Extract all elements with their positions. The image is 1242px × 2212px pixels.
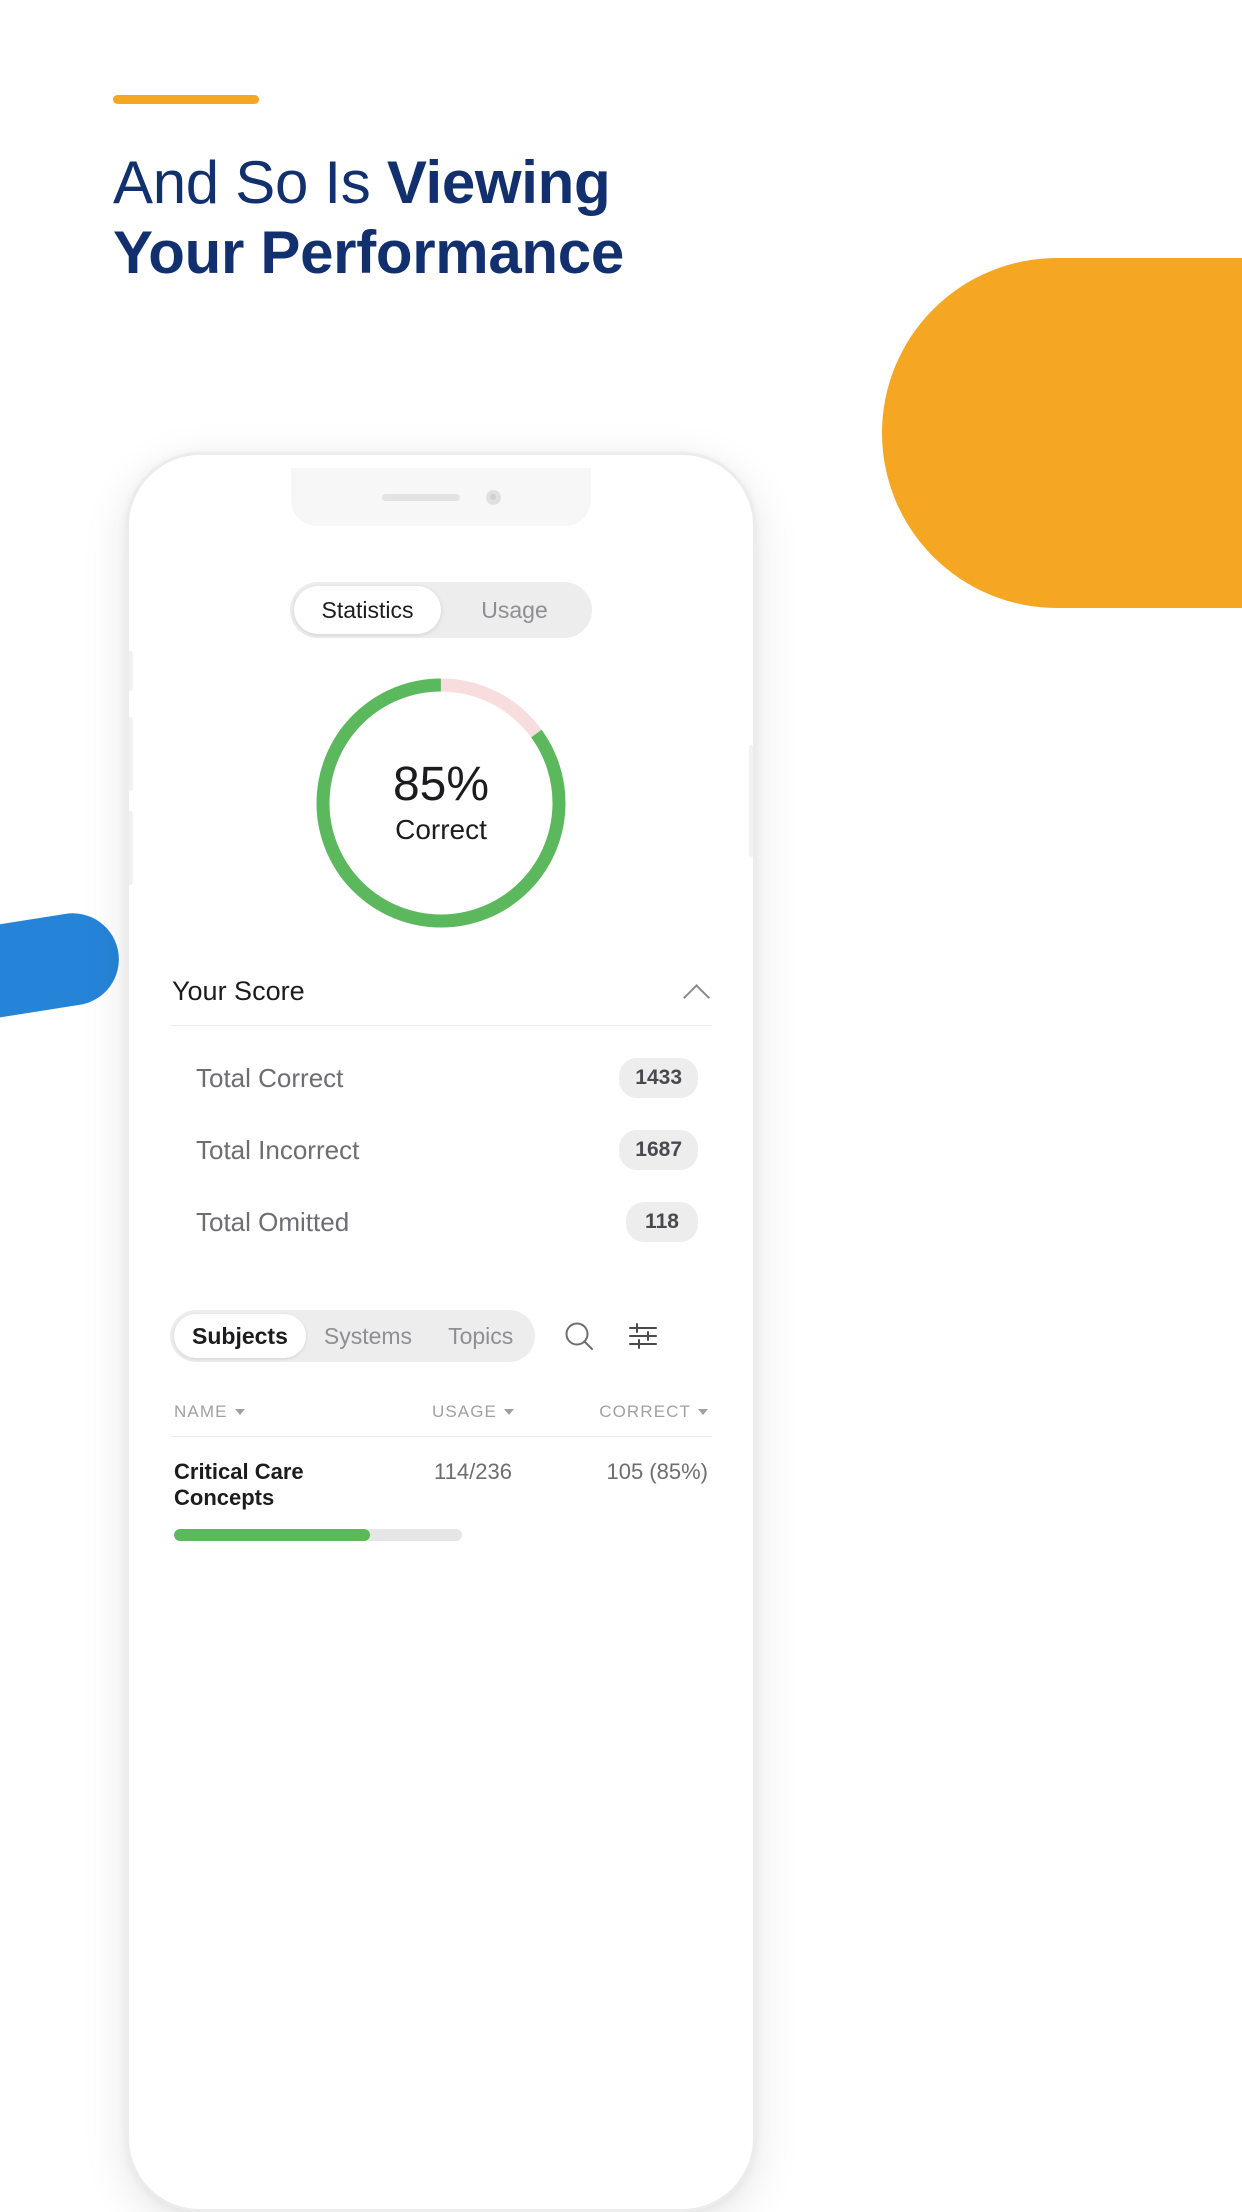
performance-donut-chart: 85% Correct bbox=[310, 672, 572, 934]
row-progress-fill bbox=[174, 1529, 370, 1541]
phone-notch bbox=[291, 468, 591, 526]
your-score-title: Your Score bbox=[172, 976, 305, 1006]
headline-block: And So Is Viewing Your Performance bbox=[113, 95, 813, 288]
phone-power-button bbox=[749, 745, 753, 857]
phone-screen-area: Statistics Usage 85% Correct Your Score … bbox=[142, 468, 740, 2209]
your-score-section-header[interactable]: Your Score bbox=[170, 976, 712, 1026]
headline-light-text: And So Is bbox=[113, 149, 387, 216]
table-cell-correct: 105 (85%) bbox=[606, 1459, 708, 1484]
sub-tab-systems[interactable]: Systems bbox=[306, 1314, 430, 1358]
donut-center-labels: 85% Correct bbox=[310, 758, 572, 848]
score-row-label: Total Incorrect bbox=[196, 1134, 360, 1165]
category-filter-row: Subjects Systems Topics bbox=[170, 1310, 712, 1362]
column-header-name-label: NAME bbox=[174, 1402, 228, 1421]
blue-decorative-shape bbox=[0, 906, 126, 1042]
score-rows-list: Total Correct 1433 Total Incorrect 1687 … bbox=[170, 1042, 712, 1258]
category-segmented-control[interactable]: Subjects Systems Topics bbox=[170, 1310, 536, 1362]
phone-volume-up-button bbox=[129, 717, 133, 791]
sub-tab-subjects[interactable]: Subjects bbox=[174, 1314, 306, 1358]
score-row-total-incorrect: Total Incorrect 1687 bbox=[170, 1114, 712, 1186]
score-row-label: Total Omitted bbox=[196, 1206, 350, 1237]
score-row-label: Total Correct bbox=[196, 1062, 344, 1093]
score-row-total-omitted: Total Omitted 118 bbox=[170, 1186, 712, 1258]
sliders-filter-icon[interactable] bbox=[623, 1316, 663, 1356]
table-row[interactable]: Critical Care Concepts 114/236 105 (85%) bbox=[170, 1437, 712, 1541]
app-screen: Statistics Usage 85% Correct Your Score … bbox=[142, 526, 740, 2209]
tab-usage[interactable]: Usage bbox=[441, 586, 588, 634]
earpiece-speaker-icon bbox=[381, 493, 460, 501]
row-progress-bar bbox=[174, 1529, 462, 1541]
score-row-total-correct: Total Correct 1433 bbox=[170, 1042, 712, 1114]
orange-decorative-shape bbox=[882, 258, 1242, 608]
column-header-correct[interactable]: CORRECT bbox=[548, 1402, 708, 1422]
table-row-values: Critical Care Concepts 114/236 105 (85%) bbox=[174, 1459, 708, 1511]
chevron-down-icon bbox=[698, 1409, 708, 1415]
phone-mute-switch bbox=[129, 651, 133, 691]
donut-percent-label: Correct bbox=[395, 814, 487, 845]
table-header-row: NAME USAGE CORRECT bbox=[170, 1402, 712, 1437]
column-header-name[interactable]: NAME bbox=[174, 1402, 398, 1422]
column-header-correct-label: CORRECT bbox=[599, 1402, 691, 1421]
chevron-down-icon bbox=[504, 1409, 515, 1415]
score-row-badge: 118 bbox=[626, 1202, 698, 1242]
phone-volume-down-button bbox=[129, 811, 133, 885]
column-header-usage-label: USAGE bbox=[431, 1402, 498, 1421]
performance-table: NAME USAGE CORRECT Critical Care Concept bbox=[170, 1402, 712, 1541]
donut-percent-value: 85% bbox=[392, 758, 490, 811]
statistics-usage-tab-switcher[interactable]: Statistics Usage bbox=[290, 582, 592, 638]
headline-bold-text-2: Your Performance bbox=[113, 219, 624, 286]
table-cell-name: Critical Care Concepts bbox=[174, 1459, 304, 1510]
chevron-down-icon bbox=[234, 1409, 245, 1415]
chevron-up-icon[interactable] bbox=[684, 979, 710, 1005]
page-title: And So Is Viewing Your Performance bbox=[113, 148, 813, 288]
sub-tab-topics[interactable]: Topics bbox=[430, 1314, 531, 1358]
table-cell-usage: 114/236 bbox=[434, 1459, 512, 1484]
score-row-badge: 1687 bbox=[619, 1130, 698, 1170]
headline-bold-text-1: Viewing bbox=[386, 149, 611, 216]
front-camera-icon bbox=[485, 489, 501, 505]
phone-mockup: Statistics Usage 85% Correct Your Score … bbox=[126, 452, 756, 2212]
score-row-badge: 1433 bbox=[619, 1058, 698, 1098]
accent-rule bbox=[113, 95, 259, 104]
column-header-usage[interactable]: USAGE bbox=[398, 1402, 548, 1422]
tab-statistics[interactable]: Statistics bbox=[294, 586, 441, 634]
search-icon[interactable] bbox=[559, 1316, 599, 1356]
